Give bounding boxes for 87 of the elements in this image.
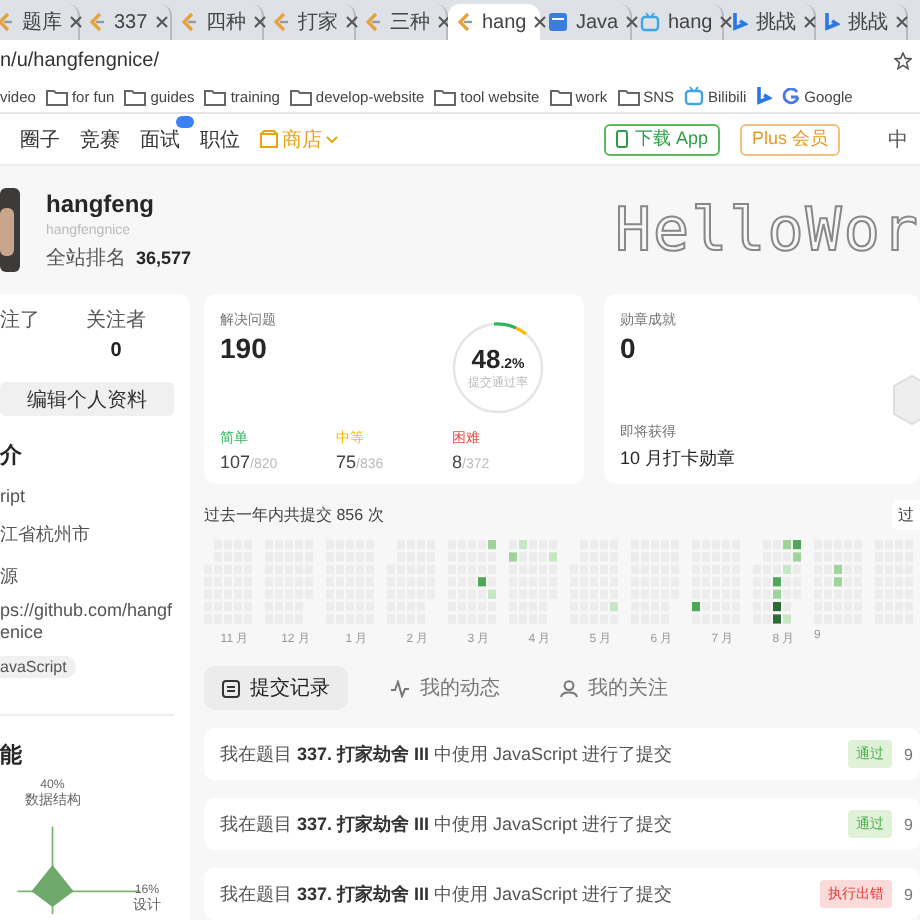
- folder-icon: [549, 87, 572, 105]
- language-label[interactable]: 中: [888, 125, 908, 153]
- shop-icon: [260, 130, 278, 148]
- google-icon: [782, 87, 801, 105]
- tv-icon: [640, 12, 660, 32]
- skill-tag: avaScript: [0, 655, 77, 677]
- submission-text: 我在题目 337. 打家劫舍 III 中使用 JavaScript 进行了提交: [220, 741, 673, 767]
- leetcode-icon: [88, 12, 106, 32]
- tab-title: Java: [576, 11, 619, 33]
- b-logo-icon: [824, 12, 840, 32]
- folder-icon: [434, 87, 457, 105]
- close-icon: [804, 16, 816, 28]
- follow-label: 注了: [0, 307, 40, 334]
- list-icon: [222, 679, 240, 697]
- submission-text: 我在题目 337. 打家劫舍 III 中使用 JavaScript 进行了提交: [220, 881, 673, 907]
- tab-title: 337: [114, 11, 148, 33]
- close-icon: [720, 16, 733, 28]
- caret-icon: [326, 135, 338, 143]
- submission-time: 9: [904, 885, 915, 903]
- close-icon: [254, 16, 266, 28]
- folder-icon: [124, 87, 147, 105]
- close-icon: [70, 16, 82, 28]
- leetcode-icon: [456, 12, 474, 32]
- submission-summary: 过去一年内共提交 856 次: [204, 503, 384, 525]
- intro-text: 江省杭州市: [0, 522, 92, 548]
- address-field[interactable]: n/u/hangfengnice/: [0, 49, 160, 71]
- profile-tab[interactable]: 我的动态: [372, 666, 518, 710]
- b-logo-icon: [756, 86, 773, 106]
- folder-icon: [204, 87, 227, 105]
- leetcode-icon: [272, 12, 290, 32]
- folder-icon: [617, 87, 640, 105]
- submission-time: 9: [904, 815, 915, 833]
- tv-icon: [684, 86, 704, 106]
- leetcode-icon: [0, 12, 14, 32]
- submission-time: 9: [904, 745, 915, 763]
- badge-count: 0: [620, 332, 636, 364]
- folder-icon: [289, 87, 312, 105]
- edit-profile-button[interactable]: 编辑个人资料: [0, 382, 174, 416]
- banner-text: HelloWor: [615, 195, 920, 265]
- close-icon: [155, 16, 168, 28]
- browser-tab[interactable]: hang: [448, 4, 540, 40]
- close-icon: [534, 16, 547, 28]
- b-logo-icon: [732, 12, 748, 32]
- year-select[interactable]: 过: [892, 499, 920, 529]
- nav-link[interactable]: 职位: [200, 129, 240, 151]
- tab-title: 三种: [390, 9, 430, 36]
- folder-icon: [45, 87, 68, 105]
- close-icon: [346, 16, 358, 28]
- follow-label: 关注者: [86, 307, 146, 334]
- tab-title: 挑战: [756, 9, 796, 36]
- intro-text: ript: [0, 486, 28, 506]
- person-icon: [560, 679, 578, 697]
- progress-ring: [450, 320, 546, 416]
- close-icon: [896, 16, 908, 28]
- nav-link[interactable]: 面试: [140, 129, 180, 151]
- rank-value: 36,577: [136, 247, 192, 267]
- section-title: 介: [0, 441, 24, 470]
- tab-title: 挑战: [848, 9, 888, 36]
- tab-title: hang: [482, 11, 527, 33]
- profile-link[interactable]: ps://github.com/hangfenice: [0, 600, 174, 645]
- avatar: [0, 188, 20, 272]
- submission-text: 我在题目 337. 打家劫舍 III 中使用 JavaScript 进行了提交: [220, 811, 673, 837]
- badge-icon: [176, 115, 194, 127]
- leetcode-icon: [180, 12, 198, 32]
- solved-count: 190: [220, 332, 267, 364]
- tab-title: 打家: [298, 9, 338, 36]
- nav-link[interactable]: 圈子: [20, 129, 60, 151]
- document-icon: [548, 12, 568, 32]
- tab-title: 四种: [206, 9, 246, 36]
- next-badge-title: 10 月打卡勋章: [620, 446, 738, 472]
- pulse-icon: [390, 679, 410, 697]
- field-label: 源: [0, 564, 20, 590]
- profile-tab[interactable]: 提交记录: [204, 666, 348, 710]
- user-name: hangfeng: [46, 189, 156, 217]
- close-icon: [626, 16, 639, 28]
- phone-icon: [616, 130, 629, 148]
- tab-title: 题库: [22, 9, 62, 36]
- close-icon: [438, 16, 450, 28]
- tab-title: hang: [668, 11, 713, 33]
- star-icon: [894, 51, 912, 69]
- nav-link[interactable]: 竞赛: [80, 129, 120, 151]
- profile-tab[interactable]: 我的关注: [542, 666, 686, 710]
- follow-count: 0: [110, 340, 122, 362]
- rank-label: 全站排名: [46, 245, 126, 271]
- leetcode-icon: [364, 12, 382, 32]
- section-title: 能: [0, 741, 24, 769]
- hexagon-badge-icon: [892, 374, 920, 426]
